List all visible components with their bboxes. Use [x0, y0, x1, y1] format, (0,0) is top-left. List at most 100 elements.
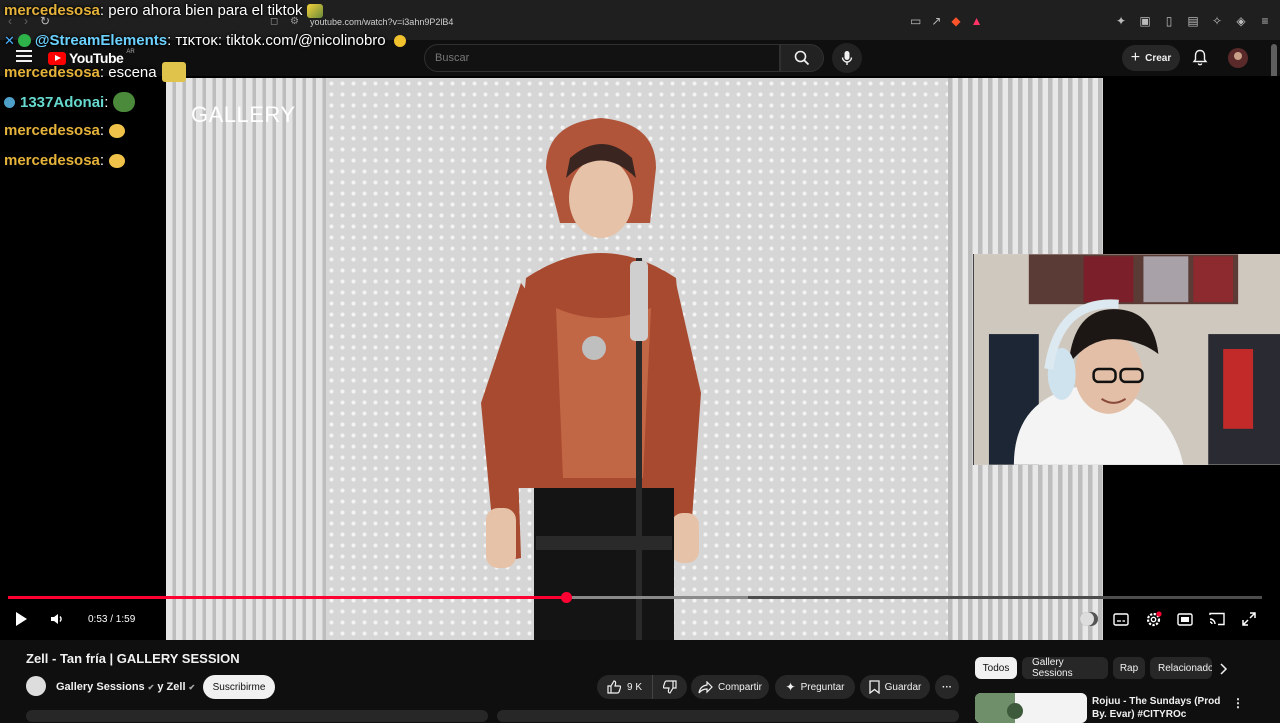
channel-names[interactable]: Gallery Sessions ✔ y Zell ✔	[56, 681, 195, 693]
chip-gallery-sessions[interactable]: Gallery Sessions	[1022, 657, 1108, 679]
voice-search-button[interactable]	[832, 43, 862, 73]
fullscreen-button[interactable]	[1240, 610, 1258, 628]
volume-icon	[51, 614, 62, 624]
share-page-icon[interactable]: ↗	[931, 14, 941, 28]
video-foam-wall-left	[166, 78, 326, 640]
save-label: Guardar	[884, 681, 922, 693]
video-player[interactable]: GALLERY 0:53 / 1:59	[0, 76, 1280, 640]
video-frame[interactable]: GALLERY	[166, 78, 1103, 640]
recommendation-thumbnail[interactable]	[975, 693, 1087, 723]
microphone-icon	[841, 51, 853, 65]
browser-extensions: ✦ ▣ ▯ ▤ ✧ ◈ ≡	[1114, 14, 1272, 28]
mute-button[interactable]	[48, 610, 66, 628]
cast-button[interactable]	[1208, 610, 1226, 628]
share-arrow-icon	[698, 680, 713, 693]
like-count: 9 K	[627, 681, 643, 693]
wallet-icon[interactable]: ▤	[1186, 14, 1200, 28]
create-button[interactable]: + Crear	[1122, 45, 1180, 71]
save-button[interactable]: Guardar	[860, 675, 930, 699]
sidebar-icon[interactable]: ▯	[1162, 14, 1176, 28]
browser-menu-icon[interactable]: ≡	[1258, 14, 1272, 28]
ask-button[interactable]: ✦ Preguntar	[775, 675, 855, 699]
more-actions-button[interactable]: ···	[935, 675, 959, 699]
progress-bar[interactable]	[8, 592, 1262, 603]
search-button[interactable]	[780, 44, 824, 72]
brave-rewards-icon[interactable]: ▲	[971, 14, 983, 28]
url-text[interactable]: youtube.com/watch?v=i3ahn9P2lB4	[310, 17, 453, 27]
search-input[interactable]	[425, 45, 779, 71]
bookmark-icon[interactable]: ◻	[270, 16, 282, 28]
play-icon	[16, 612, 27, 626]
time-display: 0:53 / 1:59	[88, 613, 136, 625]
tab-search-icon[interactable]: ▣	[1138, 14, 1152, 28]
player-controls-right	[1080, 610, 1258, 628]
like-dislike-group: 9 K	[597, 675, 687, 699]
reload-icon[interactable]: ↻	[40, 14, 50, 28]
guide-menu-icon[interactable]	[16, 50, 32, 64]
bookmark-icon	[869, 680, 880, 694]
install-icon[interactable]: ▭	[910, 14, 921, 28]
like-button[interactable]: 9 K	[597, 675, 653, 699]
collaborator-name[interactable]: y Zell	[157, 681, 185, 693]
site-settings-icon[interactable]: ⚙	[290, 16, 302, 28]
back-icon[interactable]: ‹	[8, 14, 12, 28]
sparkle-icon: ✦	[785, 680, 796, 694]
settings-gear-icon	[1146, 610, 1162, 626]
youtube-header: YouTube AR + Crear	[0, 40, 1280, 76]
miniplayer-icon	[1177, 612, 1193, 626]
vpn-icon[interactable]: ◈	[1234, 14, 1248, 28]
address-bar-actions: ▭ ↗ ◆ ▲	[910, 14, 983, 28]
recommendation-title[interactable]: Rojuu - The Sundays (Prod By. Evar) #CIT…	[1092, 695, 1227, 721]
gallery-watermark: GALLERY	[191, 102, 296, 127]
thumbnail-image	[975, 693, 1087, 723]
dislike-button[interactable]	[653, 675, 687, 699]
search-box[interactable]	[424, 44, 780, 72]
plus-icon: +	[1130, 49, 1141, 66]
forward-icon[interactable]: ›	[24, 14, 28, 28]
youtube-play-logo-icon	[48, 51, 66, 65]
thumbs-up-icon	[607, 680, 621, 694]
comments-preview-box[interactable]	[497, 710, 959, 722]
address-bar[interactable]: ◻ ⚙ youtube.com/watch?v=i3ahn9P2lB4	[270, 12, 620, 32]
autoplay-toggle-button[interactable]	[1080, 610, 1098, 628]
verified-check-icon: ✔	[147, 682, 155, 692]
youtube-logo-text: YouTube	[69, 50, 124, 66]
play-button[interactable]	[12, 610, 30, 628]
video-title: Zell - Tan fría | GALLERY SESSION	[26, 651, 240, 666]
create-label: Crear	[1145, 52, 1172, 64]
youtube-logo[interactable]: YouTube AR	[48, 49, 135, 66]
share-label: Compartir	[718, 681, 762, 693]
brave-shields-icon[interactable]: ◆	[951, 14, 960, 28]
progress-played	[8, 596, 567, 599]
description-box[interactable]	[26, 710, 488, 722]
fullscreen-icon	[1242, 612, 1256, 626]
subtitles-button[interactable]	[1112, 610, 1130, 628]
verified-check-icon: ✔	[188, 682, 196, 692]
share-button[interactable]: Compartir	[691, 675, 769, 699]
subtitles-icon	[1113, 612, 1129, 626]
browser-nav-buttons: ‹ › ↻	[8, 14, 50, 28]
subscribe-button[interactable]: Suscribirme	[203, 675, 275, 699]
chips-next-button[interactable]	[1218, 662, 1228, 680]
cast-icon	[1209, 612, 1225, 626]
browser-toolbar: ‹ › ↻ ◻ ⚙ youtube.com/watch?v=i3ahn9P2lB…	[0, 0, 1280, 40]
progress-scrubber-handle[interactable]	[561, 592, 573, 603]
chip-related[interactable]: Relacionado	[1150, 657, 1212, 679]
notifications-bell-icon[interactable]	[1192, 49, 1208, 71]
recommendation-menu-icon[interactable]: ⋮	[1232, 696, 1244, 710]
chip-all[interactable]: Todos	[975, 657, 1017, 679]
settings-button[interactable]	[1144, 610, 1162, 628]
extensions-icon[interactable]: ✦	[1114, 14, 1128, 28]
more-dots-icon: ···	[942, 681, 952, 693]
region-code: AR	[126, 49, 135, 55]
channel-avatar[interactable]	[26, 676, 46, 696]
leo-icon[interactable]: ✧	[1210, 14, 1224, 28]
chip-rap[interactable]: Rap	[1113, 657, 1145, 679]
thumbs-down-icon	[663, 680, 677, 694]
studio-microphone	[630, 261, 648, 341]
singer-figure	[481, 118, 701, 640]
channel-name[interactable]: Gallery Sessions	[56, 681, 145, 693]
account-avatar[interactable]	[1228, 48, 1248, 68]
miniplayer-button[interactable]	[1176, 610, 1194, 628]
chevron-right-icon	[1220, 663, 1228, 675]
